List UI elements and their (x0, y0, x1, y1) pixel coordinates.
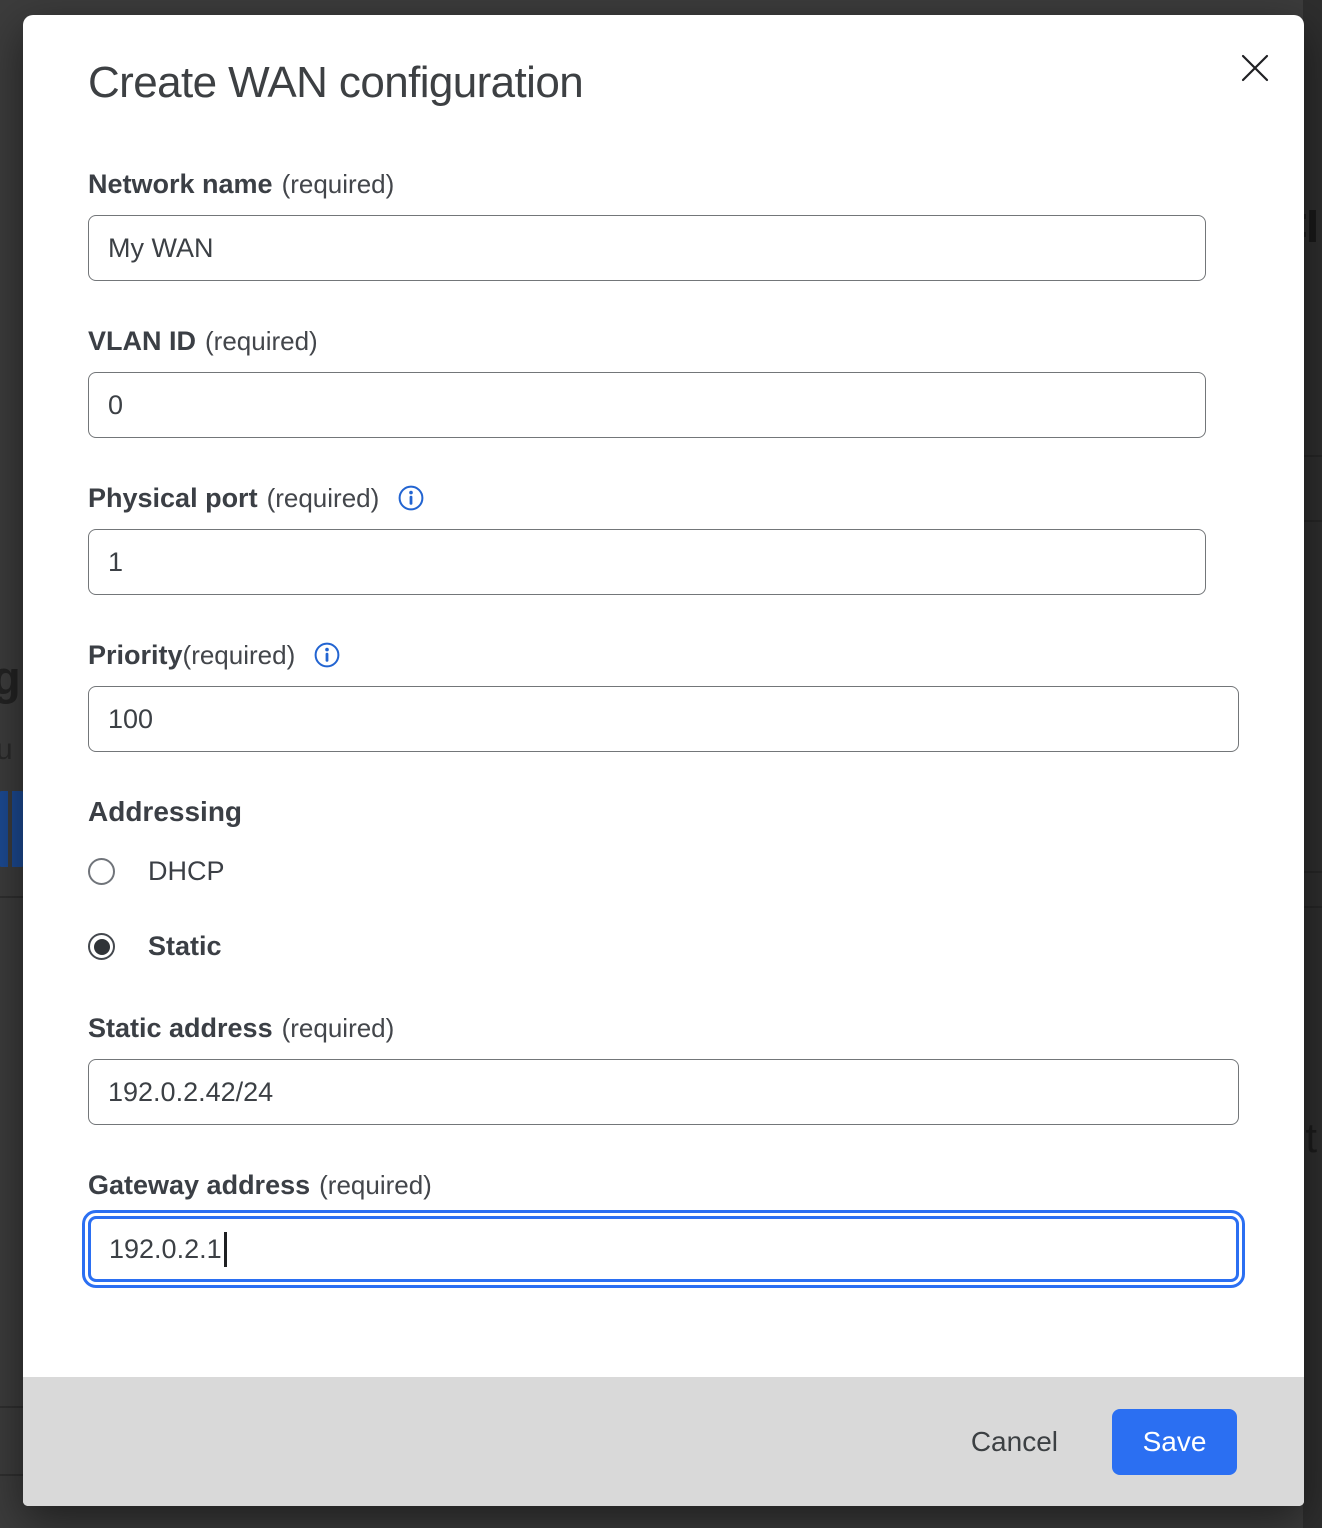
background-divider (0, 1406, 23, 1408)
dialog-footer: Cancel Save (23, 1377, 1304, 1506)
field-label: Priority (required) (88, 639, 1238, 671)
background-panel-edge: t (1303, 0, 1322, 1528)
background-text-fragment (1309, 210, 1316, 242)
addressing-heading: Addressing (88, 796, 1238, 828)
vlan-id-input[interactable]: 0 (88, 372, 1206, 438)
input-value: My WAN (108, 233, 213, 264)
vlan-id-label: VLAN ID (88, 325, 196, 357)
field-label: Gateway address (required) (88, 1169, 1238, 1201)
info-icon[interactable] (314, 642, 340, 668)
required-hint: (required) (282, 1012, 395, 1044)
field-label: Network name (required) (88, 168, 1238, 200)
required-hint: (required) (282, 168, 395, 200)
close-icon (1240, 53, 1270, 83)
background-divider (1303, 520, 1322, 522)
input-value: 1 (108, 547, 123, 578)
field-label: Static address (required) (88, 1012, 1238, 1044)
field-vlan-id: VLAN ID (required) 0 (88, 325, 1238, 438)
field-physical-port: Physical port (required) 1 (88, 482, 1238, 595)
priority-input[interactable]: 100 (88, 686, 1239, 752)
field-priority: Priority (required) 100 (88, 639, 1238, 752)
background-divider (0, 896, 23, 898)
radio-option-dhcp[interactable]: DHCP (88, 856, 1238, 887)
required-hint: (required) (267, 482, 380, 514)
field-gateway-address: Gateway address (required) 192.0.2.1 (88, 1169, 1238, 1282)
gateway-address-input[interactable]: 192.0.2.1 (88, 1216, 1239, 1282)
required-hint: (required) (319, 1169, 432, 1201)
background-text-fragment: g (0, 650, 21, 705)
text-cursor (224, 1232, 227, 1267)
physical-port-label: Physical port (88, 482, 258, 514)
background-divider (1303, 906, 1322, 908)
physical-port-input[interactable]: 1 (88, 529, 1206, 595)
create-wan-configuration-dialog: Create WAN configuration Network name (r… (23, 15, 1304, 1506)
gateway-address-label: Gateway address (88, 1169, 310, 1201)
info-icon[interactable] (398, 485, 424, 511)
background-divider (1303, 455, 1322, 457)
field-label: Physical port (required) (88, 482, 1238, 514)
input-value: 100 (108, 704, 153, 735)
radio-button-icon[interactable] (88, 933, 115, 960)
network-name-input[interactable]: My WAN (88, 215, 1206, 281)
input-value: 192.0.2.1 (109, 1234, 222, 1265)
field-label: VLAN ID (required) (88, 325, 1238, 357)
input-value: 0 (108, 390, 123, 421)
radio-label: Static (148, 931, 222, 962)
field-static-address: Static address (required) 192.0.2.42/24 (88, 1012, 1238, 1125)
save-button[interactable]: Save (1112, 1409, 1237, 1475)
static-address-label: Static address (88, 1012, 273, 1044)
close-button[interactable] (1238, 51, 1272, 85)
required-hint: (required) (183, 639, 296, 671)
input-value: 192.0.2.42/24 (108, 1077, 273, 1108)
radio-button-icon[interactable] (88, 858, 115, 885)
static-address-input[interactable]: 192.0.2.42/24 (88, 1059, 1239, 1125)
cancel-button[interactable]: Cancel (967, 1418, 1062, 1466)
priority-label: Priority (88, 639, 183, 671)
background-divider (1303, 871, 1322, 873)
background-divider (0, 1474, 23, 1476)
field-network-name: Network name (required) My WAN (88, 168, 1238, 281)
network-name-label: Network name (88, 168, 273, 200)
dialog-title: Create WAN configuration (88, 58, 1238, 108)
radio-option-static[interactable]: Static (88, 931, 1238, 962)
background-button-fragment (0, 791, 25, 867)
radio-label: DHCP (148, 856, 225, 887)
background-text-fragment: t (1305, 1114, 1317, 1162)
required-hint: (required) (205, 325, 318, 357)
background-text-fragment: u (0, 733, 13, 767)
